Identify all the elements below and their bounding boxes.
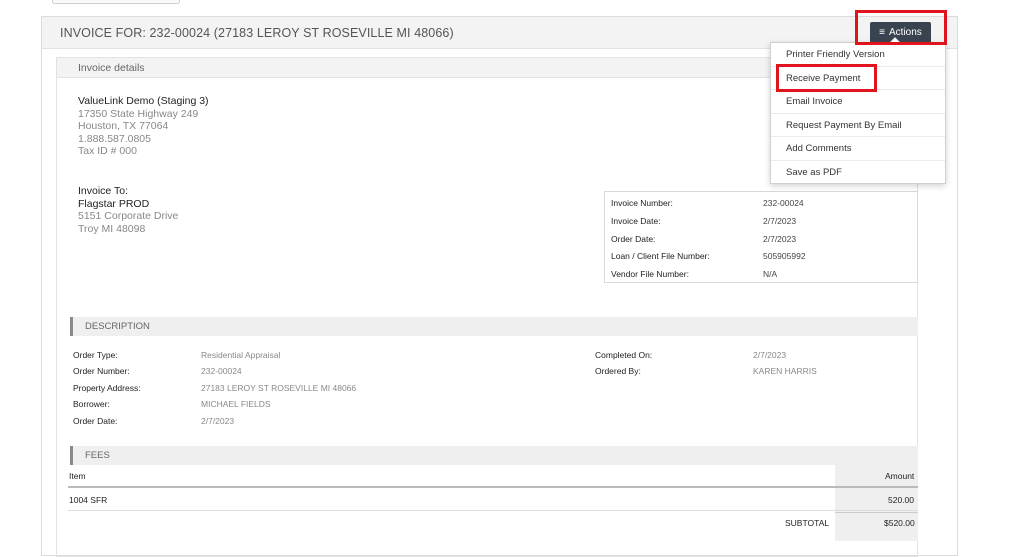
company-address: ValueLink Demo (Staging 3) 17350 State H… (78, 95, 209, 158)
completed-on-value: 2/7/2023 (753, 350, 787, 360)
company-name: ValueLink Demo (Staging 3) (78, 95, 209, 107)
order-number-label: Order Number: (73, 366, 130, 376)
bill-to-address-line2: Troy MI 48098 (78, 222, 146, 235)
ordered-by-value: KAREN HARRIS (753, 366, 817, 376)
menu-item-label: Request Payment By Email (786, 119, 902, 131)
fees-section-header: FEES (70, 446, 918, 465)
fee-row-divider (68, 510, 918, 511)
invoice-number-value: 232-00024 (763, 198, 804, 208)
description-order-date-value: 2/7/2023 (201, 416, 235, 426)
subtotal-value: $520.00 (884, 518, 915, 528)
actions-highlight-box (855, 10, 947, 45)
menu-item-label: Email Invoice (786, 96, 843, 107)
order-type-value: Residential Appraisal (201, 350, 281, 360)
vendor-file-number-value: N/A (763, 269, 778, 279)
fees-table-header (68, 467, 918, 488)
property-address-value: 27183 LEROY ST ROSEVILLE MI 48066 (201, 383, 357, 393)
description-section-header: DESCRIPTION (70, 317, 918, 336)
company-address-line1: 17350 State Highway 249 (78, 107, 199, 120)
menu-item-request-payment-by-email[interactable]: Request Payment By Email (771, 114, 945, 137)
completed-on-label: Completed On: (595, 350, 653, 360)
order-number-value: 232-00024 (201, 366, 242, 376)
property-address-label: Property Address: (73, 383, 141, 393)
order-date-value: 2/7/2023 (763, 234, 797, 244)
receive-payment-highlight-box (776, 64, 877, 92)
fees-amount-column-header: Amount (885, 471, 915, 481)
invoice-details-title: Invoice details (78, 62, 145, 74)
fees-item-column-header: Item (69, 471, 86, 481)
menu-item-printer-friendly[interactable]: Printer Friendly Version (771, 43, 945, 67)
loan-file-number-label: Loan / Client File Number: (611, 251, 710, 261)
company-tax-id: Tax ID # 000 (78, 145, 137, 157)
bill-to-name: Flagstar PROD (78, 197, 150, 210)
invoice-date-value: 2/7/2023 (763, 216, 797, 226)
borrower-label: Borrower: (73, 399, 110, 409)
menu-item-add-comments[interactable]: Add Comments (771, 137, 945, 161)
description-title: DESCRIPTION (85, 321, 150, 332)
bill-to-address-line1: 5151 Corporate Drive (78, 210, 179, 222)
menu-item-label: Add Comments (786, 143, 852, 154)
menu-item-label: Printer Friendly Version (786, 49, 885, 60)
fee-amount: 520.00 (888, 495, 914, 505)
menu-item-email-invoice[interactable]: Email Invoice (771, 90, 945, 114)
subtotal-label: SUBTOTAL (785, 518, 830, 528)
page-title: INVOICE FOR: 232-00024 (27183 LEROY ST R… (60, 26, 454, 40)
borrower-value: MICHAEL FIELDS (201, 399, 271, 409)
ordered-by-label: Ordered By: (595, 366, 641, 376)
description-order-date-label: Order Date: (73, 416, 118, 426)
bill-to-label: Invoice To: (78, 185, 129, 197)
company-phone: 1.888.587.0805 (78, 132, 151, 145)
top-toolbar-button[interactable] (52, 0, 180, 4)
loan-file-number-value: 505905992 (763, 251, 806, 261)
menu-item-save-as-pdf[interactable]: Save as PDF (771, 161, 945, 185)
vendor-file-number-label: Vendor File Number: (611, 269, 689, 279)
fees-title: FEES (85, 450, 110, 461)
bill-to-address: Invoice To: Flagstar PROD 5151 Corporate… (78, 185, 178, 235)
order-date-label: Order Date: (611, 234, 656, 244)
invoice-number-label: Invoice Number: (611, 198, 673, 208)
fee-item: 1004 SFR (69, 495, 108, 505)
subtotal-divider (835, 512, 918, 513)
invoice-summary-box: Invoice Number: 232-00024 Invoice Date: … (604, 191, 918, 283)
menu-item-label: Save as PDF (786, 166, 842, 178)
invoice-date-label: Invoice Date: (611, 216, 661, 226)
order-type-label: Order Type: (73, 350, 118, 360)
company-address-line2: Houston, TX 77064 (78, 120, 169, 132)
